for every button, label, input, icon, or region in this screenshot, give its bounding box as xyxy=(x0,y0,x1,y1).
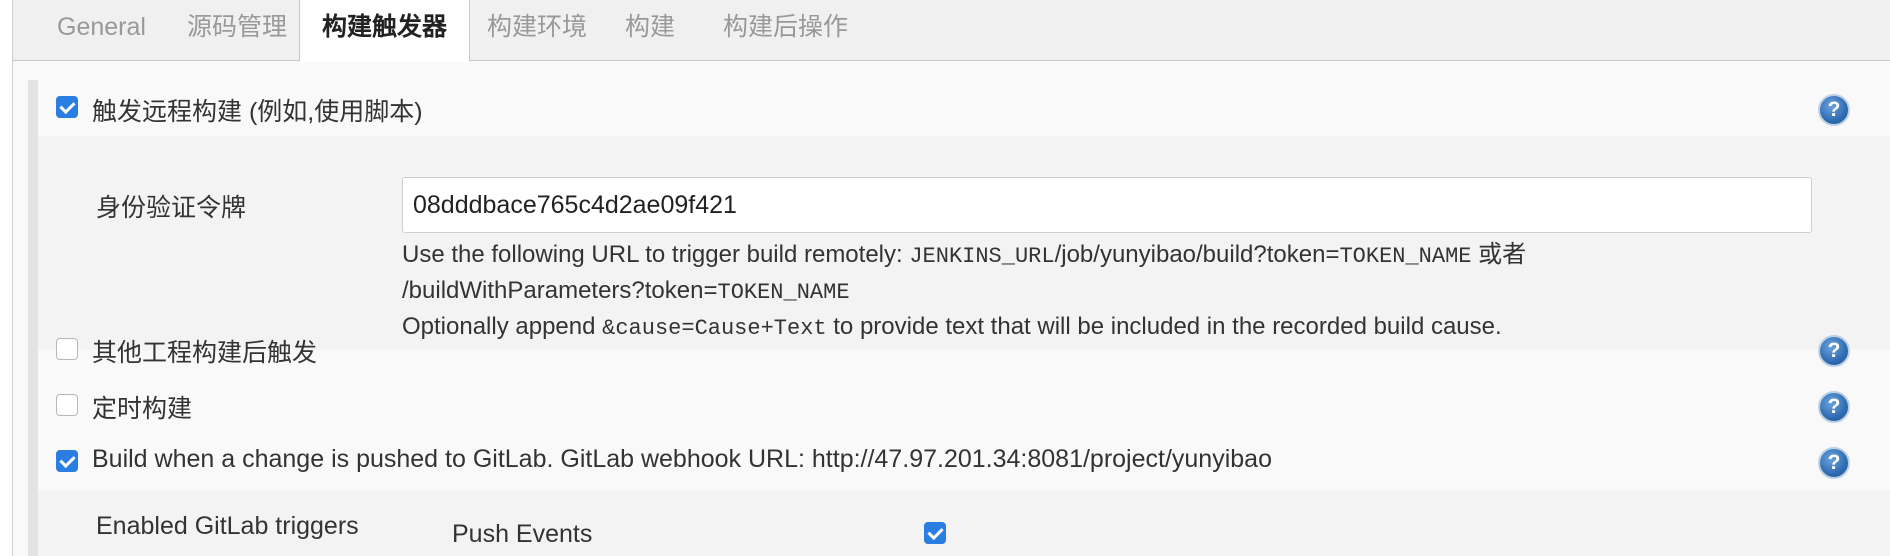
trigger-url-help-line1: Use the following URL to trigger build r… xyxy=(402,241,1527,269)
push-events-label: Push Events xyxy=(452,520,593,548)
after-other-projects-help-icon[interactable]: ? xyxy=(1818,335,1850,367)
remote-trigger-checkbox[interactable] xyxy=(56,96,78,118)
periodic-build-checkbox[interactable] xyxy=(56,394,78,416)
after-other-projects-checkbox[interactable] xyxy=(56,338,78,360)
tab-build-triggers[interactable]: 构建触发器 xyxy=(299,0,471,62)
tab-build-environment[interactable]: 构建环境 xyxy=(465,0,609,60)
periodic-build-help-icon[interactable]: ? xyxy=(1818,391,1850,423)
periodic-build-label: 定时构建 xyxy=(92,395,193,423)
push-events-checkbox[interactable] xyxy=(924,522,946,544)
build-triggers-section: 触发远程构建 (例如,使用脚本) ? 身份验证令牌 Use the follow… xyxy=(28,80,1890,556)
after-other-projects-label: 其他工程构建后触发 xyxy=(92,339,318,367)
gitlab-push-label: Build when a change is pushed to GitLab.… xyxy=(92,445,1272,473)
tab-post-build-actions[interactable]: 构建后操作 xyxy=(701,0,870,60)
token-label: 身份验证令牌 xyxy=(96,194,247,222)
tab-source-control[interactable]: 源码管理 xyxy=(165,0,309,60)
remote-trigger-help-icon[interactable]: ? xyxy=(1818,94,1850,126)
tab-general[interactable]: General xyxy=(35,0,168,60)
token-subpanel: 身份验证令牌 Use the following URL to trigger … xyxy=(38,136,1890,350)
gitlab-triggers-label: Enabled GitLab triggers xyxy=(96,512,359,540)
remote-trigger-label: 触发远程构建 (例如,使用脚本) xyxy=(92,98,423,126)
gitlab-push-checkbox[interactable] xyxy=(56,450,78,472)
trigger-url-help-line2: /buildWithParameters?token=TOKEN_NAME xyxy=(402,277,850,305)
section-tab-bar: General 源码管理 构建触发器 构建环境 构建 构建后操作 xyxy=(12,0,1890,62)
tab-build[interactable]: 构建 xyxy=(603,0,697,60)
gitlab-triggers-subpanel: Enabled GitLab triggers Push Events xyxy=(38,490,1890,556)
gitlab-push-help-icon[interactable]: ? xyxy=(1818,447,1850,479)
trigger-cause-help-line: Optionally append &cause=Cause+Text to p… xyxy=(402,313,1502,341)
auth-token-input[interactable] xyxy=(402,177,1812,233)
